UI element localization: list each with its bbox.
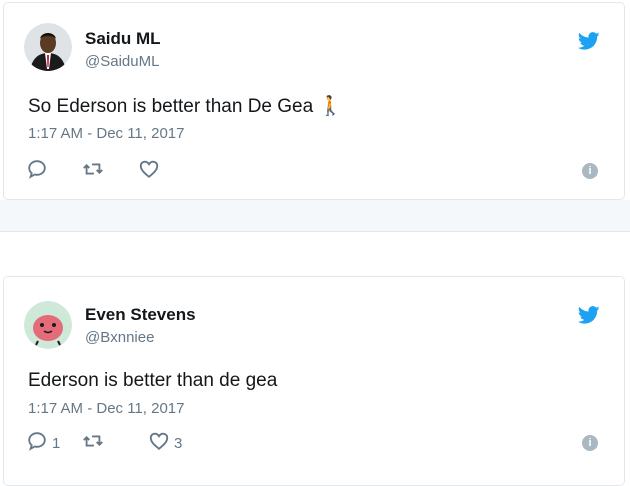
retweet-icon bbox=[82, 158, 104, 184]
tweet-timestamp[interactable]: 1:17 AM - Dec 11, 2017 bbox=[28, 400, 184, 417]
like-button[interactable]: 3 bbox=[148, 431, 182, 455]
info-icon[interactable]: i bbox=[582, 435, 598, 451]
tweet-timestamp[interactable]: 1:17 AM - Dec 11, 2017 bbox=[28, 125, 184, 142]
user-handle[interactable]: @SaiduML bbox=[85, 53, 159, 70]
avatar[interactable] bbox=[24, 23, 72, 71]
retweet-button[interactable] bbox=[82, 431, 108, 455]
reply-count: 1 bbox=[52, 434, 61, 452]
like-button[interactable] bbox=[138, 159, 164, 183]
reply-icon bbox=[26, 430, 48, 456]
info-icon[interactable]: i bbox=[582, 163, 598, 179]
twitter-bird-icon[interactable] bbox=[576, 30, 602, 52]
like-icon bbox=[138, 158, 160, 184]
avatar[interactable] bbox=[24, 301, 72, 349]
retweet-icon bbox=[82, 430, 104, 456]
walking-emoji: 🚶 bbox=[318, 95, 343, 117]
twitter-bird-icon[interactable] bbox=[576, 304, 602, 326]
retweet-button[interactable] bbox=[82, 159, 108, 183]
tweet-card-1: Saidu ML @SaiduML So Ederson is better t… bbox=[3, 2, 625, 200]
user-name[interactable]: Even Stevens bbox=[85, 305, 196, 325]
tweet-card-2: Even Stevens @Bxnniee Ederson is better … bbox=[3, 276, 625, 486]
tweet-text-body: So Ederson is better than De Gea bbox=[28, 96, 319, 117]
user-handle[interactable]: @Bxnniee bbox=[85, 329, 154, 346]
reply-button[interactable]: 1 bbox=[26, 431, 60, 455]
user-name[interactable]: Saidu ML bbox=[85, 29, 161, 49]
like-count: 3 bbox=[174, 434, 183, 452]
reply-button[interactable] bbox=[26, 159, 52, 183]
reply-icon bbox=[26, 158, 48, 184]
like-icon bbox=[148, 430, 170, 456]
tweet-text: Ederson is better than de gea bbox=[28, 370, 278, 391]
separator-band bbox=[0, 200, 630, 232]
tweet-text: So Ederson is better than De Gea 🚶 bbox=[28, 94, 342, 118]
